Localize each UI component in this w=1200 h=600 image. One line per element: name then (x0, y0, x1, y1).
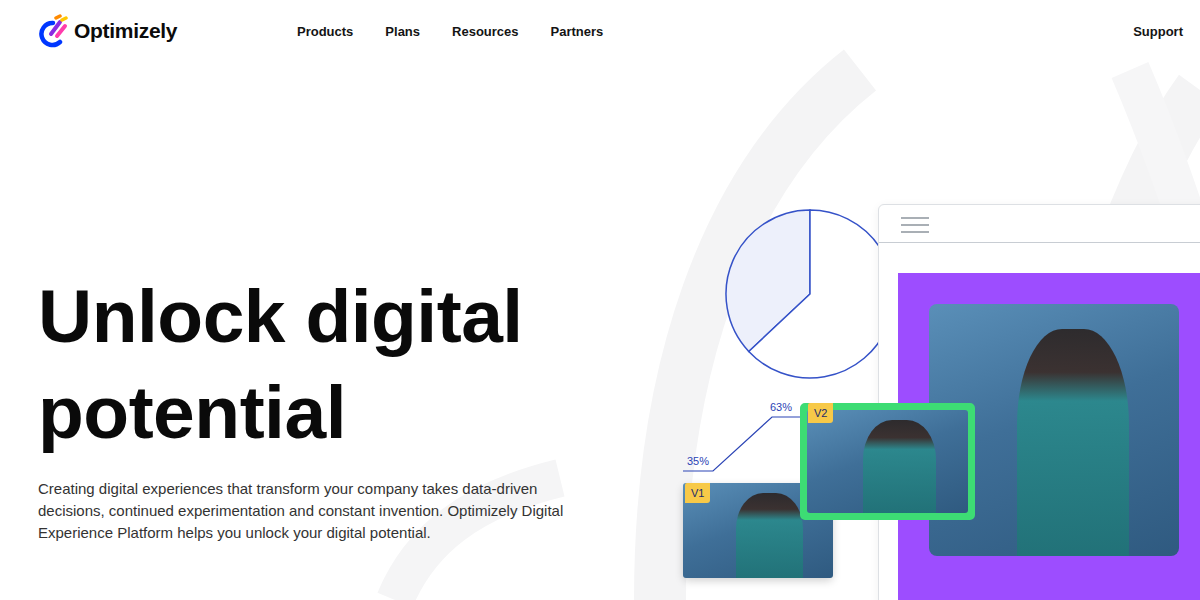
page: Optimizely Products Plans Resources Partners… (0, 0, 1200, 600)
pie-slice (749, 210, 894, 378)
hero-title-line: Unlock digital (38, 268, 638, 364)
support-link[interactable]: Support (1133, 24, 1183, 39)
hero-title: Unlock digitalpotential (38, 268, 638, 460)
variant-badge: V2 (808, 403, 833, 423)
nav-item[interactable]: Products (297, 24, 353, 39)
nav-item[interactable]: Plans (385, 24, 420, 39)
hamburger-menu-icon[interactable] (901, 217, 929, 233)
mockup-toolbar (879, 205, 1200, 243)
logo[interactable]: Optimizely (38, 14, 297, 48)
top-navigation: Optimizely Products Plans Resources Partners… (0, 0, 1200, 62)
optimizely-logo-icon[interactable] (38, 14, 68, 48)
hero-title-line: potential (38, 364, 638, 460)
logo-text[interactable]: Optimizely (74, 19, 177, 43)
nav-item[interactable]: Resources (452, 24, 518, 39)
connector-lines (680, 410, 810, 480)
nav-item[interactable]: Partners (551, 24, 604, 39)
variant-badge: V1 (685, 483, 710, 503)
hero: Unlock digitalpotential Creating digital … (0, 62, 638, 544)
variant-card[interactable]: V2 (800, 403, 975, 520)
main-menu: Products Plans Resources Partners (297, 24, 1133, 39)
hero-description: Creating digital experiences that transf… (38, 478, 598, 544)
pie-chart (720, 204, 900, 388)
variant-photo (807, 410, 968, 513)
variant-reading: 63% (770, 401, 792, 414)
browser-mockup (878, 204, 1200, 600)
variant-reading: 35% (687, 455, 709, 468)
